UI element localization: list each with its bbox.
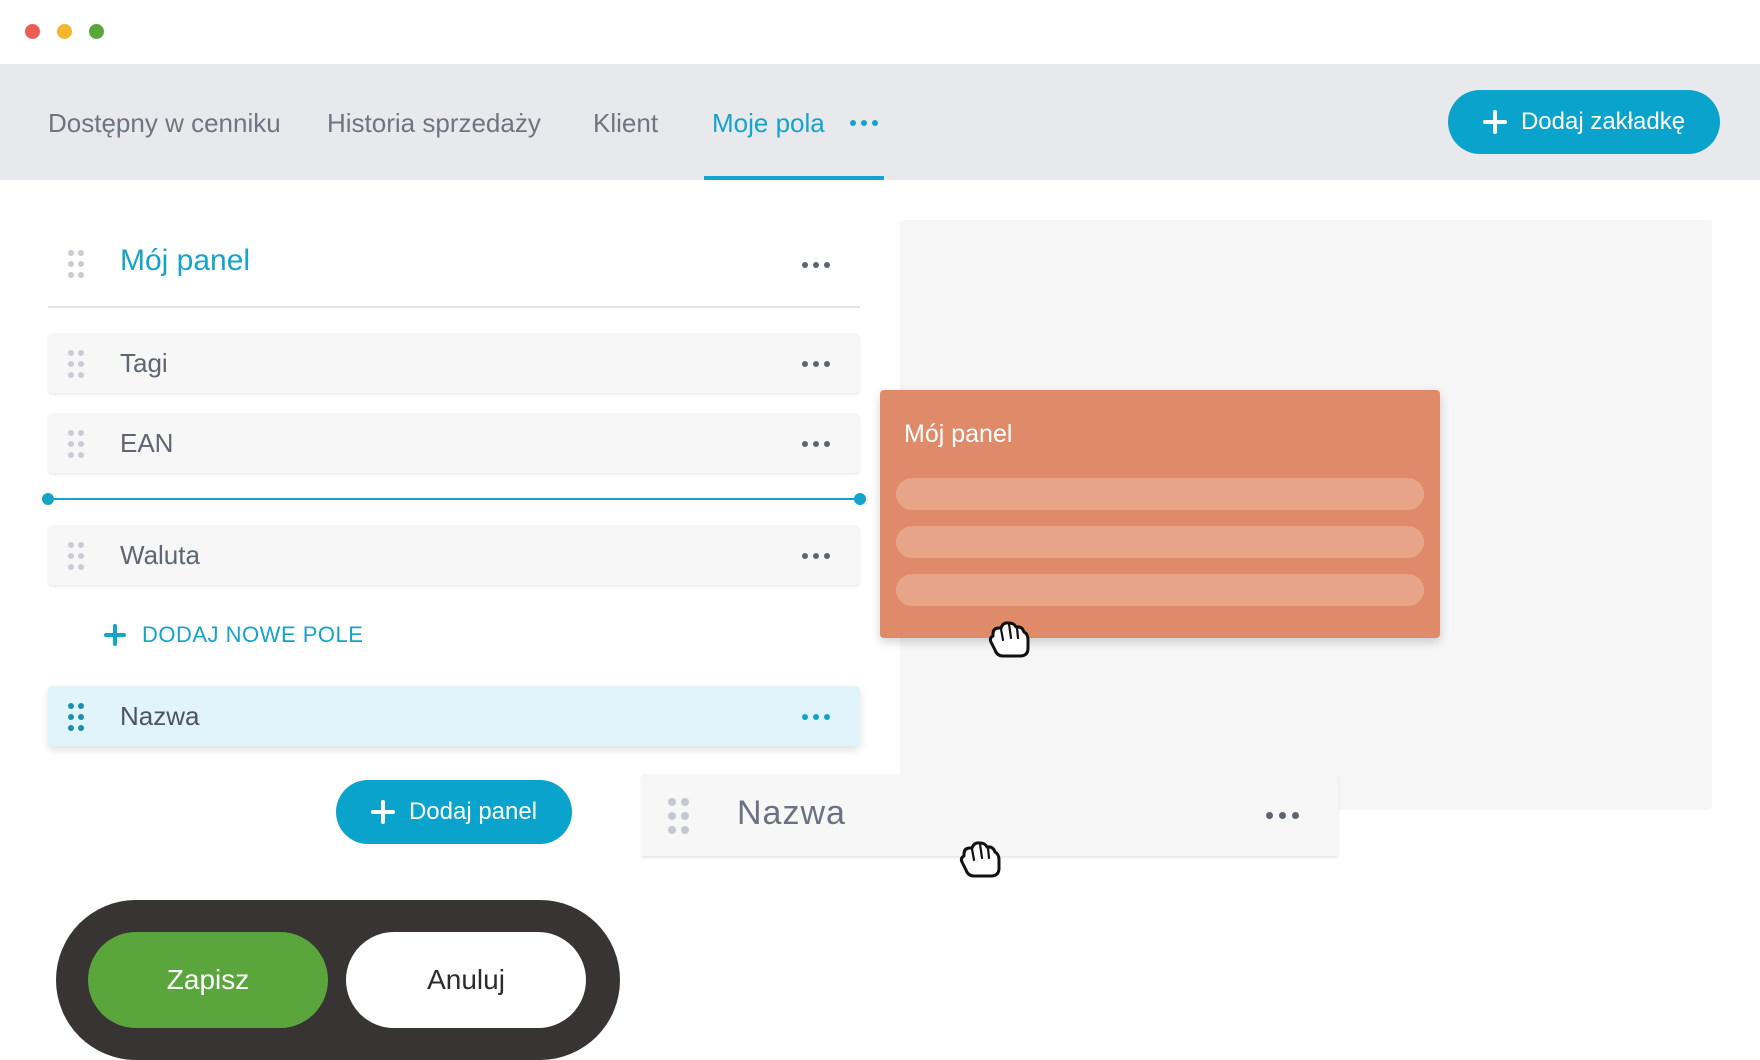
- tab-klient[interactable]: Klient: [593, 108, 658, 139]
- field-label: Nazwa: [120, 701, 200, 731]
- window-titlebar: [0, 0, 1760, 64]
- maximize-window-button[interactable]: [89, 24, 104, 39]
- dragged-panel-title: Mój panel: [904, 420, 1013, 448]
- panel-more-icon[interactable]: [802, 262, 830, 268]
- field-row-tagi[interactable]: Tagi: [48, 333, 860, 393]
- drag-handle-icon[interactable]: [68, 542, 84, 570]
- add-new-field-link[interactable]: DODAJ NOWE POLE: [104, 622, 363, 648]
- tab-bar: Dostępny w cenniku Historia sprzedaży Kl…: [0, 64, 1760, 180]
- field-row-nazwa[interactable]: Nazwa: [48, 686, 860, 746]
- field-more-icon[interactable]: [802, 553, 830, 559]
- tab-dostepny-w-cenniku[interactable]: Dostępny w cenniku: [48, 108, 281, 139]
- dragged-panel-placeholder-row: [896, 574, 1424, 606]
- field-row-ean[interactable]: EAN: [48, 413, 860, 473]
- drag-handle-icon[interactable]: [68, 703, 84, 731]
- cancel-button[interactable]: Anuluj: [346, 932, 586, 1028]
- field-more-icon[interactable]: [802, 441, 830, 447]
- close-window-button[interactable]: [25, 24, 40, 39]
- save-button[interactable]: Zapisz: [88, 932, 328, 1028]
- drag-handle-icon[interactable]: [68, 250, 84, 278]
- drag-handle-icon[interactable]: [668, 798, 690, 834]
- plus-icon: [370, 800, 395, 824]
- tab-more-icon[interactable]: [850, 120, 878, 126]
- action-bar: Zapisz Anuluj: [56, 900, 620, 1060]
- grab-cursor-icon: [959, 841, 1001, 878]
- tab-historia-sprzedazy[interactable]: Historia sprzedaży: [327, 108, 541, 139]
- field-label: EAN: [120, 428, 174, 458]
- field-more-icon[interactable]: [802, 714, 830, 720]
- field-label: Tagi: [120, 348, 168, 378]
- add-panel-button-label: Dodaj panel: [408, 798, 538, 825]
- dragged-panel-placeholder-row: [896, 478, 1424, 510]
- drop-indicator-line: [42, 493, 866, 505]
- drag-handle-icon[interactable]: [68, 350, 84, 378]
- field-more-icon[interactable]: [1266, 812, 1300, 819]
- active-tab-indicator: [704, 176, 884, 180]
- plus-icon: [104, 624, 126, 646]
- tab-moje-pola[interactable]: Moje pola: [712, 108, 825, 139]
- grab-cursor-icon: [988, 621, 1030, 658]
- field-label: Waluta: [120, 540, 200, 570]
- field-row-waluta[interactable]: Waluta: [48, 525, 860, 585]
- add-tab-button[interactable]: Dodaj zakładkę: [1448, 90, 1720, 154]
- dragged-panel[interactable]: Mój panel: [880, 390, 1440, 638]
- panel-header: Mój panel: [48, 222, 860, 308]
- field-more-icon[interactable]: [802, 361, 830, 367]
- add-new-field-label: DODAJ NOWE POLE: [142, 622, 364, 647]
- panel-title[interactable]: Mój panel: [120, 244, 250, 278]
- minimize-window-button[interactable]: [57, 24, 72, 39]
- dragged-field-label: Nazwa: [737, 794, 846, 832]
- dragged-panel-placeholder-row: [896, 526, 1424, 558]
- drag-handle-icon[interactable]: [68, 430, 84, 458]
- plus-icon: [1482, 110, 1507, 134]
- add-panel-button[interactable]: Dodaj panel: [336, 780, 572, 844]
- add-tab-button-label: Dodaj zakładkę: [1520, 108, 1686, 135]
